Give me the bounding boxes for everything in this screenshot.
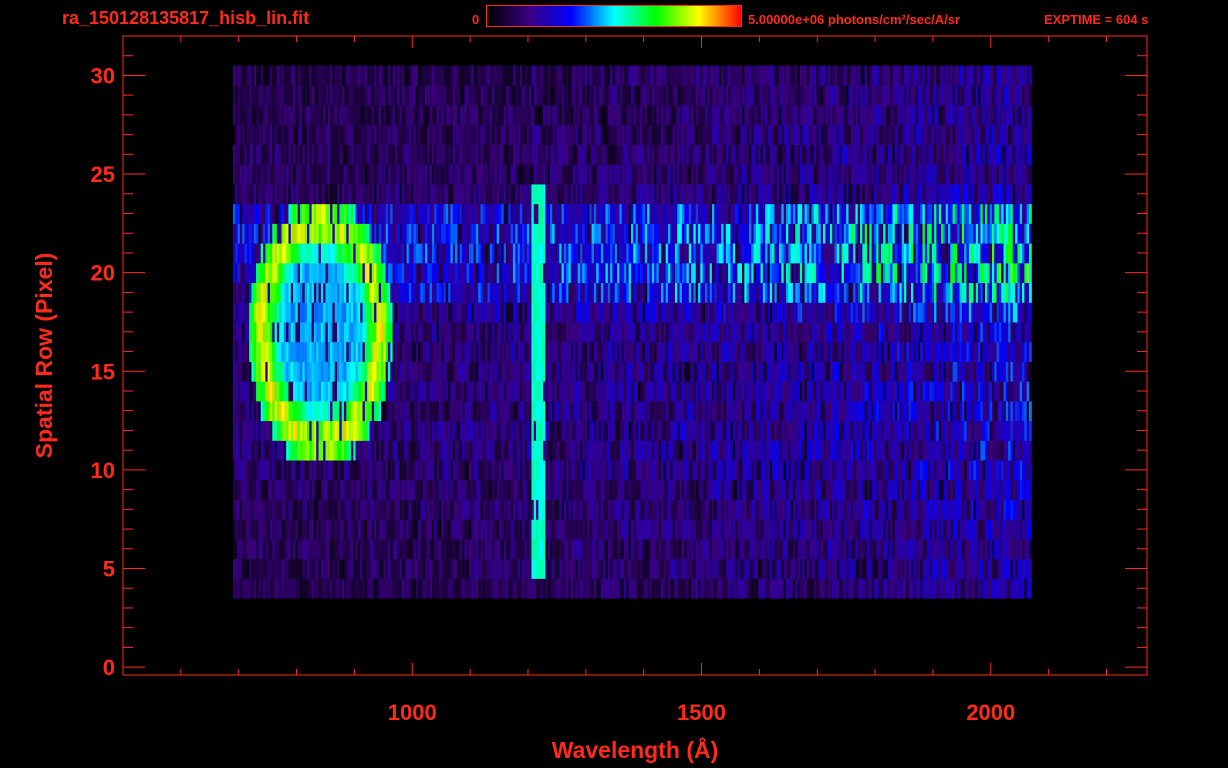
heatmap-row (232, 243, 1032, 264)
heatmap-row (232, 361, 1032, 382)
heatmap-row (232, 262, 1032, 284)
heatmap-image (232, 65, 1032, 599)
x-tick-label: 1500 (677, 700, 726, 725)
heatmap-row (232, 302, 1032, 323)
heatmap-row (232, 105, 1032, 126)
heatmap-row (232, 85, 1032, 106)
y-tick-label: 10 (91, 458, 115, 483)
heatmap-row (232, 499, 1032, 520)
heatmap-row (232, 203, 1032, 224)
heatmap-row (232, 400, 1032, 422)
heatmap-row (232, 183, 1032, 205)
x-tick-label: 2000 (966, 700, 1015, 725)
heatmap-row (232, 321, 1032, 343)
heatmap-row (232, 144, 1032, 165)
heatmap-row (232, 578, 1032, 599)
y-axis-label: Spatial Row (Pixel) (31, 253, 57, 459)
heatmap-row (232, 440, 1032, 461)
heatmap-row (232, 558, 1032, 579)
heatmap-row (232, 479, 1032, 500)
heatmap-row (232, 341, 1032, 362)
spectrum-plot: 1000 1500 2000 0 5 10 15 20 25 30 Wavelength (Å) Sp… (31, 35, 1148, 763)
heatmap-row (232, 381, 1032, 402)
y-tick-label: 25 (91, 162, 115, 187)
y-tick-label: 30 (91, 63, 115, 88)
heatmap-row (232, 538, 1032, 560)
y-tick-label: 5 (103, 557, 115, 582)
y-tick-label: 0 (103, 655, 115, 680)
heatmap-row (232, 65, 1032, 86)
y-tick-label: 15 (91, 359, 115, 384)
heatmap-row (232, 164, 1032, 185)
x-tick-label: 1000 (388, 700, 437, 725)
heatmap-row (232, 420, 1032, 441)
heatmap-row (232, 124, 1032, 145)
y-tick-label: 20 (91, 261, 115, 286)
heatmap-row (232, 460, 1032, 481)
x-axis-label: Wavelength (Å) (552, 736, 719, 763)
heatmap-row (232, 282, 1032, 303)
heatmap-row (232, 223, 1032, 244)
heatmap-row (232, 519, 1032, 540)
